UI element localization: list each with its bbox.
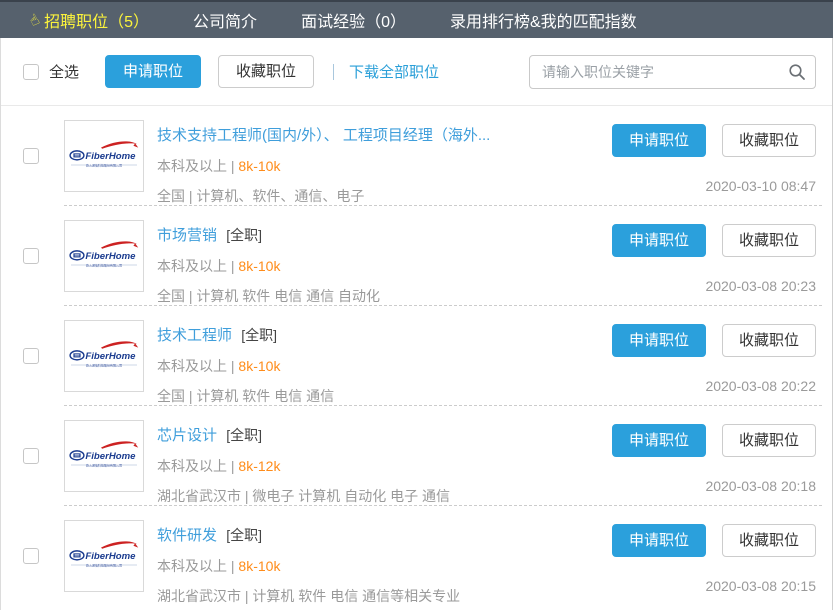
job-info: 芯片设计 [全职] 本科及以上 | 8k-12k 湖北省武汉市 | 微电子 计算… xyxy=(157,406,600,506)
svg-text:FiberHome: FiberHome xyxy=(85,551,136,562)
job-title-link[interactable]: 技术支持工程师(国内/外）、 工程项目经理（海外... xyxy=(157,127,490,144)
apply-job-button[interactable]: 申请职位 xyxy=(612,424,706,457)
post-date: 2020-03-08 20:22 xyxy=(705,378,816,394)
location-categories-label: 湖北省武汉市 | 微电子 计算机 自动化 电子 通信 xyxy=(157,486,600,506)
location-categories-label: 全国 | 计算机、软件、通信、电子 xyxy=(157,186,600,206)
job-title-link[interactable]: 技术工程师 xyxy=(157,327,232,344)
favorite-job-button[interactable]: 收藏职位 xyxy=(722,524,816,557)
company-logo: FiberHome 烽火通信科技股份有限公司 xyxy=(64,220,144,292)
location-categories-label: 湖北省武汉市 | 计算机 软件 电信 通信等相关专业 xyxy=(157,586,600,606)
vertical-divider xyxy=(333,64,334,80)
job-actions: 申请职位 收藏职位 2020-03-10 08:47 xyxy=(612,106,816,194)
svg-text:烽火通信科技股份有限公司: 烽火通信科技股份有限公司 xyxy=(86,563,122,568)
favorite-job-button[interactable]: 收藏职位 xyxy=(722,324,816,357)
location-categories-label: 全国 | 计算机 软件 电信 通信 xyxy=(157,386,600,406)
job-actions: 申请职位 收藏职位 2020-03-08 20:23 xyxy=(612,206,816,294)
company-logo: FiberHome 烽火通信科技股份有限公司 xyxy=(64,120,144,192)
apply-job-button[interactable]: 申请职位 xyxy=(612,524,706,557)
apply-jobs-button[interactable]: 申请职位 xyxy=(105,55,201,88)
job-type-label: [全职] xyxy=(226,527,262,543)
job-title-link[interactable]: 软件研发 xyxy=(157,527,217,544)
job-info: 市场营销 [全职] 本科及以上 | 8k-10k 全国 | 计算机 软件 电信 … xyxy=(157,206,600,306)
svg-text:烽火通信科技股份有限公司: 烽火通信科技股份有限公司 xyxy=(86,363,122,368)
search-icon[interactable] xyxy=(788,63,806,86)
favorite-job-button[interactable]: 收藏职位 xyxy=(722,424,816,457)
education-label: 本科及以上 | xyxy=(157,158,235,174)
job-row: FiberHome 烽火通信科技股份有限公司 技术工程师 [全职] 本科及以上 … xyxy=(1,306,832,406)
apply-job-button[interactable]: 申请职位 xyxy=(612,124,706,157)
job-info: 软件研发 [全职] 本科及以上 | 8k-10k 湖北省武汉市 | 计算机 软件… xyxy=(157,506,600,606)
job-type-label: [全职] xyxy=(226,427,262,443)
select-all-label: 全选 xyxy=(49,61,79,82)
apply-job-button[interactable]: 申请职位 xyxy=(612,224,706,257)
favorite-job-button[interactable]: 收藏职位 xyxy=(722,124,816,157)
job-row: FiberHome 烽火通信科技股份有限公司 技术支持工程师(国内/外）、 工程… xyxy=(1,106,832,206)
tab-interview-experience[interactable]: 面试经验（0） xyxy=(301,8,406,32)
post-date: 2020-03-08 20:18 xyxy=(705,478,816,494)
salary-label: 8k-10k xyxy=(238,258,280,274)
svg-text:烽火通信科技股份有限公司: 烽火通信科技股份有限公司 xyxy=(86,263,122,268)
job-title-link[interactable]: 芯片设计 xyxy=(157,427,217,444)
company-logo: FiberHome 烽火通信科技股份有限公司 xyxy=(64,320,144,392)
job-info: 技术支持工程师(国内/外）、 工程项目经理（海外... 本科及以上 | 8k-1… xyxy=(157,106,600,206)
job-listing-page: ☝ 招聘职位（5） 公司简介 面试经验（0） 录用排行榜&我的匹配指数 全选 申… xyxy=(0,0,833,612)
svg-text:FiberHome: FiberHome xyxy=(85,251,136,262)
post-date: 2020-03-10 08:47 xyxy=(705,178,816,194)
job-actions: 申请职位 收藏职位 2020-03-08 20:18 xyxy=(612,406,816,494)
job-actions: 申请职位 收藏职位 2020-03-08 20:15 xyxy=(612,506,816,594)
job-row: FiberHome 烽火通信科技股份有限公司 芯片设计 [全职] 本科及以上 |… xyxy=(1,406,832,506)
education-label: 本科及以上 | xyxy=(157,358,235,374)
education-label: 本科及以上 | xyxy=(157,458,235,474)
tab-label: 招聘职位（5） xyxy=(44,8,149,32)
svg-text:FiberHome: FiberHome xyxy=(85,451,136,462)
location-categories-label: 全国 | 计算机 软件 电信 通信 自动化 xyxy=(157,286,600,306)
content-area: 全选 申请职位 收藏职位 下载全部职位 xyxy=(0,38,833,610)
job-row: FiberHome 烽火通信科技股份有限公司 市场营销 [全职] 本科及以上 |… xyxy=(1,206,832,306)
company-logo: FiberHome 烽火通信科技股份有限公司 xyxy=(64,520,144,592)
post-date: 2020-03-08 20:23 xyxy=(705,278,816,294)
select-all-checkbox[interactable] xyxy=(23,64,39,80)
company-logo: FiberHome 烽火通信科技股份有限公司 xyxy=(64,420,144,492)
job-row: FiberHome 烽火通信科技股份有限公司 软件研发 [全职] 本科及以上 |… xyxy=(1,506,832,606)
favorite-jobs-button[interactable]: 收藏职位 xyxy=(218,55,314,88)
toolbar: 全选 申请职位 收藏职位 下载全部职位 xyxy=(1,38,832,106)
search-input[interactable] xyxy=(529,55,816,89)
search-box xyxy=(529,55,816,89)
job-checkbox[interactable] xyxy=(23,148,39,164)
salary-label: 8k-10k xyxy=(238,358,280,374)
job-checkbox[interactable] xyxy=(23,348,39,364)
job-info: 技术工程师 [全职] 本科及以上 | 8k-10k 全国 | 计算机 软件 电信… xyxy=(157,306,600,406)
education-label: 本科及以上 | xyxy=(157,258,235,274)
favorite-job-button[interactable]: 收藏职位 xyxy=(722,224,816,257)
tab-company-profile[interactable]: 公司简介 xyxy=(193,8,257,32)
tab-ranking-match-index[interactable]: 录用排行榜&我的匹配指数 xyxy=(450,8,637,32)
download-all-jobs-link[interactable]: 下载全部职位 xyxy=(349,61,439,82)
salary-label: 8k-10k xyxy=(238,558,280,574)
top-tab-bar: ☝ 招聘职位（5） 公司简介 面试经验（0） 录用排行榜&我的匹配指数 xyxy=(0,0,833,38)
job-checkbox[interactable] xyxy=(23,548,39,564)
job-checkbox[interactable] xyxy=(23,448,39,464)
svg-text:烽火通信科技股份有限公司: 烽火通信科技股份有限公司 xyxy=(86,463,122,468)
salary-label: 8k-10k xyxy=(238,158,280,174)
job-actions: 申请职位 收藏职位 2020-03-08 20:22 xyxy=(612,306,816,394)
svg-text:烽火通信科技股份有限公司: 烽火通信科技股份有限公司 xyxy=(86,163,122,168)
apply-job-button[interactable]: 申请职位 xyxy=(612,324,706,357)
job-list: FiberHome 烽火通信科技股份有限公司 技术支持工程师(国内/外）、 工程… xyxy=(1,106,832,606)
job-checkbox[interactable] xyxy=(23,248,39,264)
job-type-label: [全职] xyxy=(241,327,277,343)
svg-text:FiberHome: FiberHome xyxy=(85,351,136,362)
svg-text:FiberHome: FiberHome xyxy=(85,151,136,162)
education-label: 本科及以上 | xyxy=(157,558,235,574)
post-date: 2020-03-08 20:15 xyxy=(705,578,816,594)
salary-label: 8k-12k xyxy=(238,458,280,474)
job-type-label: [全职] xyxy=(226,227,262,243)
job-title-link[interactable]: 市场营销 xyxy=(157,227,217,244)
hand-pointer-icon: ☝ xyxy=(27,11,42,29)
tab-recruiting-positions[interactable]: ☝ 招聘职位（5） xyxy=(30,8,149,32)
